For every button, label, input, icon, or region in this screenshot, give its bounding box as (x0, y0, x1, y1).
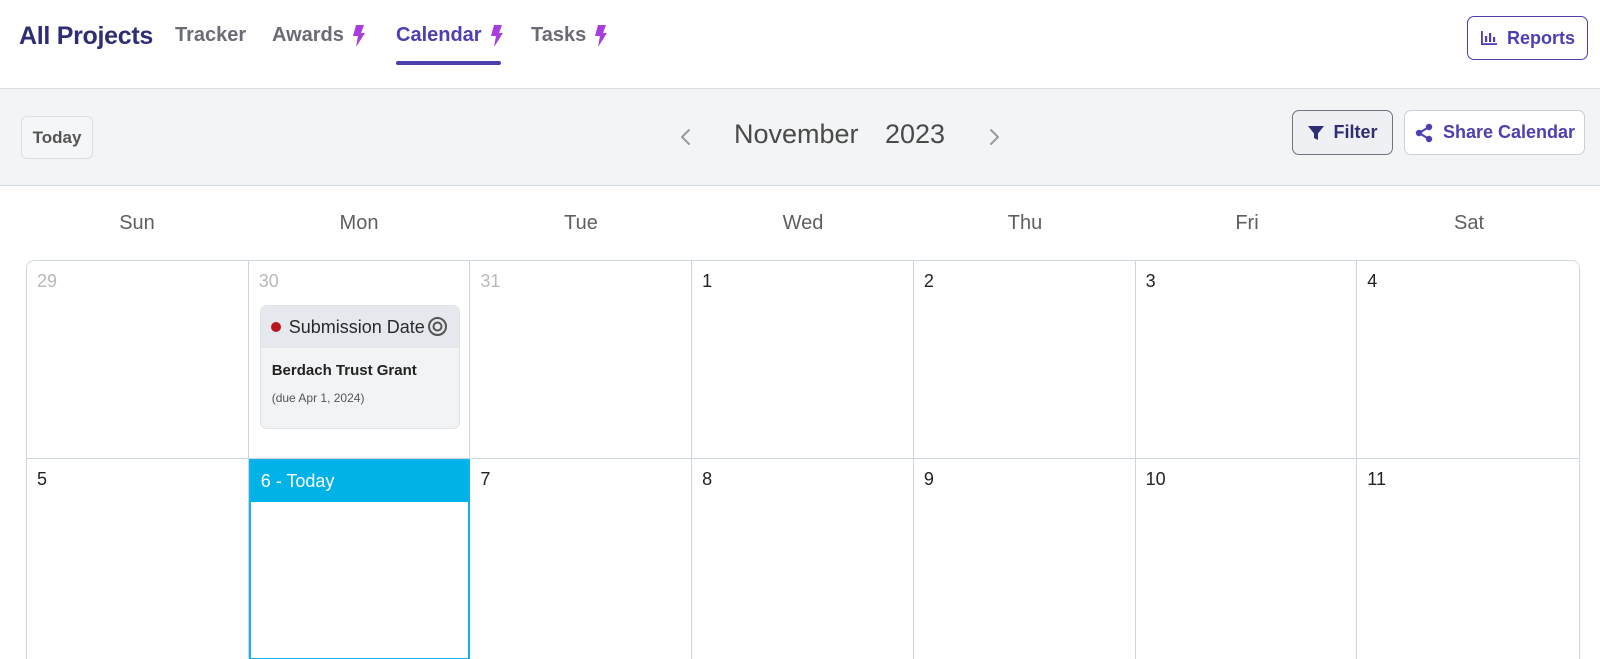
weekday-mon: Mon (339, 211, 379, 234)
day-cell[interactable]: 9 (913, 459, 1136, 659)
day-number: 30 (258, 271, 279, 291)
event-due-date: (due Apr 1, 2024) (271, 391, 365, 405)
bar-chart-icon (1480, 31, 1497, 45)
filter-button[interactable]: Filter (1292, 110, 1393, 155)
weekday-wed: Wed (782, 211, 824, 234)
target-icon[interactable] (427, 316, 448, 337)
day-cell[interactable]: 2 (913, 261, 1136, 459)
active-tab-indicator (396, 61, 501, 65)
weekday-sat: Sat (1453, 211, 1485, 234)
share-calendar-label: Share Calendar (1442, 122, 1576, 142)
day-cell[interactable]: 31 (470, 261, 693, 459)
day-number: 9 (923, 469, 934, 489)
event-card[interactable]: Submission Date Berdach Trust Grant (due… (259, 305, 460, 429)
chevron-right-icon[interactable] (984, 127, 1004, 147)
day-cell[interactable]: 4 (1357, 261, 1579, 459)
day-cell[interactable]: 11 (1357, 459, 1579, 659)
day-number: 8 (702, 469, 713, 489)
month-label: November (734, 119, 859, 149)
tab-tasks-label: Tasks (531, 24, 587, 46)
day-number: 31 (480, 271, 501, 291)
tab-awards[interactable]: Awards (272, 24, 366, 47)
tab-tracker-label: Tracker (175, 24, 247, 46)
day-cell[interactable]: 7 (470, 459, 693, 659)
day-number: 11 (1367, 469, 1386, 489)
share-icon (1415, 123, 1433, 142)
chevron-left-icon[interactable] (676, 127, 696, 147)
top-nav: All Projects Tracker Awards Calendar Tas… (0, 0, 1600, 89)
day-number: 1 (702, 271, 713, 291)
calendar-grid: 29 30 Submission Date Berdach Trust Gran… (26, 260, 1580, 659)
day-cell[interactable]: 5 (27, 459, 249, 659)
day-number: 5 (37, 469, 48, 489)
reports-button[interactable]: Reports (1467, 16, 1588, 60)
day-cell[interactable]: 8 (692, 459, 914, 659)
tab-calendar[interactable]: Calendar (396, 24, 504, 47)
day-cell[interactable]: 1 (692, 261, 914, 459)
filter-button-label: Filter (1333, 122, 1378, 142)
day-cell[interactable]: 30 Submission Date Berdach Trust Grant (… (248, 261, 471, 459)
today-header: 6 - Today (250, 461, 469, 502)
weekday-header: Sun Mon Tue Wed Thu Fri Sat (26, 186, 1580, 260)
event-type: Submission Date (288, 316, 425, 337)
tab-calendar-label: Calendar (396, 24, 482, 46)
day-number: 29 (37, 271, 58, 291)
lightning-bolt-icon (490, 24, 503, 47)
event-title: Berdach Trust Grant (271, 362, 417, 379)
lightning-bolt-icon (352, 24, 365, 47)
day-number: 7 (480, 469, 491, 489)
year-label: 2023 (885, 119, 946, 149)
reports-button-label: Reports (1506, 27, 1575, 48)
lightning-bolt-icon (595, 24, 608, 47)
weekday-tue: Tue (564, 211, 598, 234)
day-number: 10 (1145, 469, 1166, 489)
today-cell[interactable]: 6 - Today (248, 459, 471, 659)
day-cell[interactable]: 3 (1135, 261, 1358, 459)
event-header: Submission Date (260, 306, 459, 348)
day-number: 2 (923, 271, 934, 291)
weekday-fri: Fri (1235, 211, 1259, 234)
tab-tracker[interactable]: Tracker (175, 24, 246, 47)
day-cell[interactable]: 29 (27, 261, 249, 459)
day-cell[interactable]: 10 (1135, 459, 1358, 659)
calendar-toolbar: Today November 2023 Filter Share Calenda… (0, 89, 1600, 186)
day-number: 4 (1367, 271, 1378, 291)
weekday-thu: Thu (1007, 211, 1043, 234)
all-projects-link[interactable]: All Projects (19, 22, 153, 51)
share-calendar-button[interactable]: Share Calendar (1404, 110, 1585, 155)
day-number: 3 (1145, 271, 1156, 291)
today-button[interactable]: Today (21, 116, 93, 159)
tab-tasks[interactable]: Tasks (531, 24, 608, 47)
filter-icon (1308, 125, 1325, 140)
weekday-sun: Sun (119, 211, 155, 234)
tab-awards-label: Awards (272, 24, 344, 46)
event-status-dot (270, 322, 281, 332)
